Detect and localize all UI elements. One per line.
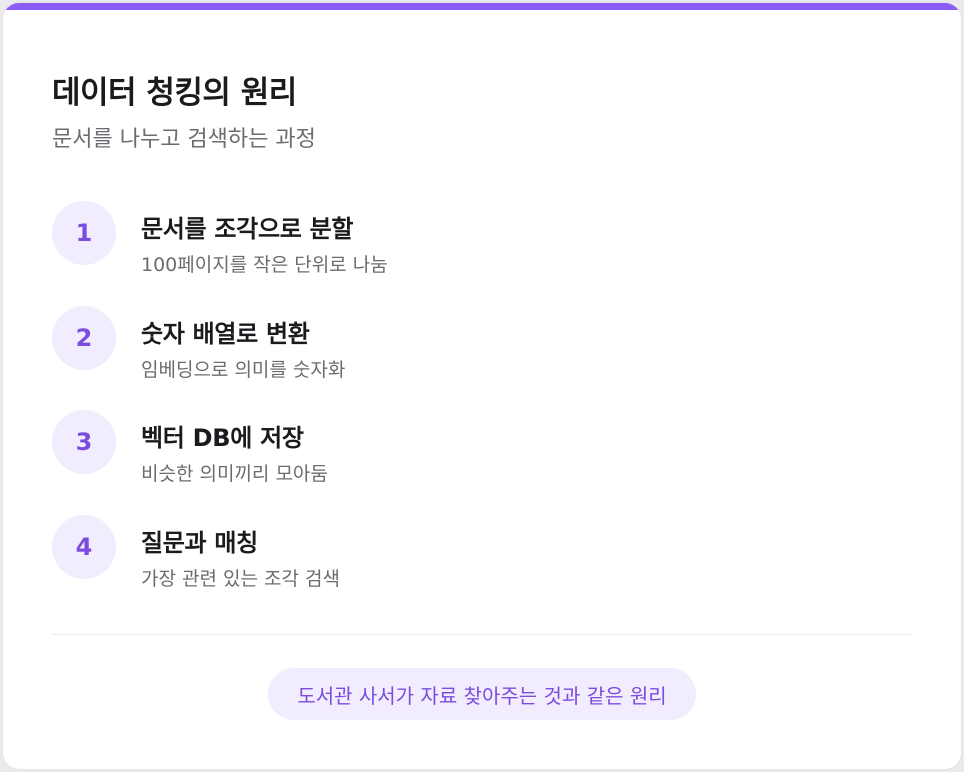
info-card: 데이터 청킹의 원리 문서를 나누고 검색하는 과정 1 문서를 조각으로 분할… [3, 3, 961, 769]
step-number-badge: 1 [52, 201, 116, 265]
step-description: 가장 관련 있는 조각 검색 [141, 567, 340, 590]
step-number-badge: 2 [52, 305, 116, 370]
step-title: 문서를 조각으로 분할 [141, 215, 354, 243]
step-item-4: 4 질문과 매칭 가장 관련 있는 조각 검색 [52, 514, 912, 620]
footer-note-badge: 도서관 사서가 자료 찾아주는 것과 같은 원리 [268, 668, 696, 720]
step-item-2: 2 숫자 배열로 변환 임베딩으로 의미를 숫자화 [52, 305, 912, 411]
step-description: 100페이지를 작은 단위로 나눔 [141, 254, 388, 276]
step-title: 벡터 DB에 저장 [141, 424, 304, 452]
card-title: 데이터 청킹의 원리 [52, 75, 297, 111]
card-subtitle: 문서를 나누고 검색하는 과정 [52, 127, 316, 152]
step-number-badge: 4 [52, 514, 116, 579]
step-item-1: 1 문서를 조각으로 분할 100페이지를 작은 단위로 나눔 [52, 201, 912, 306]
step-number-badge: 3 [52, 410, 116, 474]
step-description: 임베딩으로 의미를 숫자화 [141, 358, 346, 381]
section-divider [52, 634, 912, 635]
step-title: 질문과 매칭 [141, 528, 258, 557]
step-item-3: 3 벡터 DB에 저장 비슷한 의미끼리 모아둠 [52, 410, 912, 515]
footer: 도서관 사서가 자료 찾아주는 것과 같은 원리 [3, 668, 961, 720]
step-description: 비슷한 의미끼리 모아둠 [141, 463, 328, 485]
step-title: 숫자 배열로 변환 [141, 319, 310, 348]
accent-top-bar [3, 3, 961, 10]
step-list: 1 문서를 조각으로 분할 100페이지를 작은 단위로 나눔 2 숫자 배열로… [52, 201, 912, 619]
